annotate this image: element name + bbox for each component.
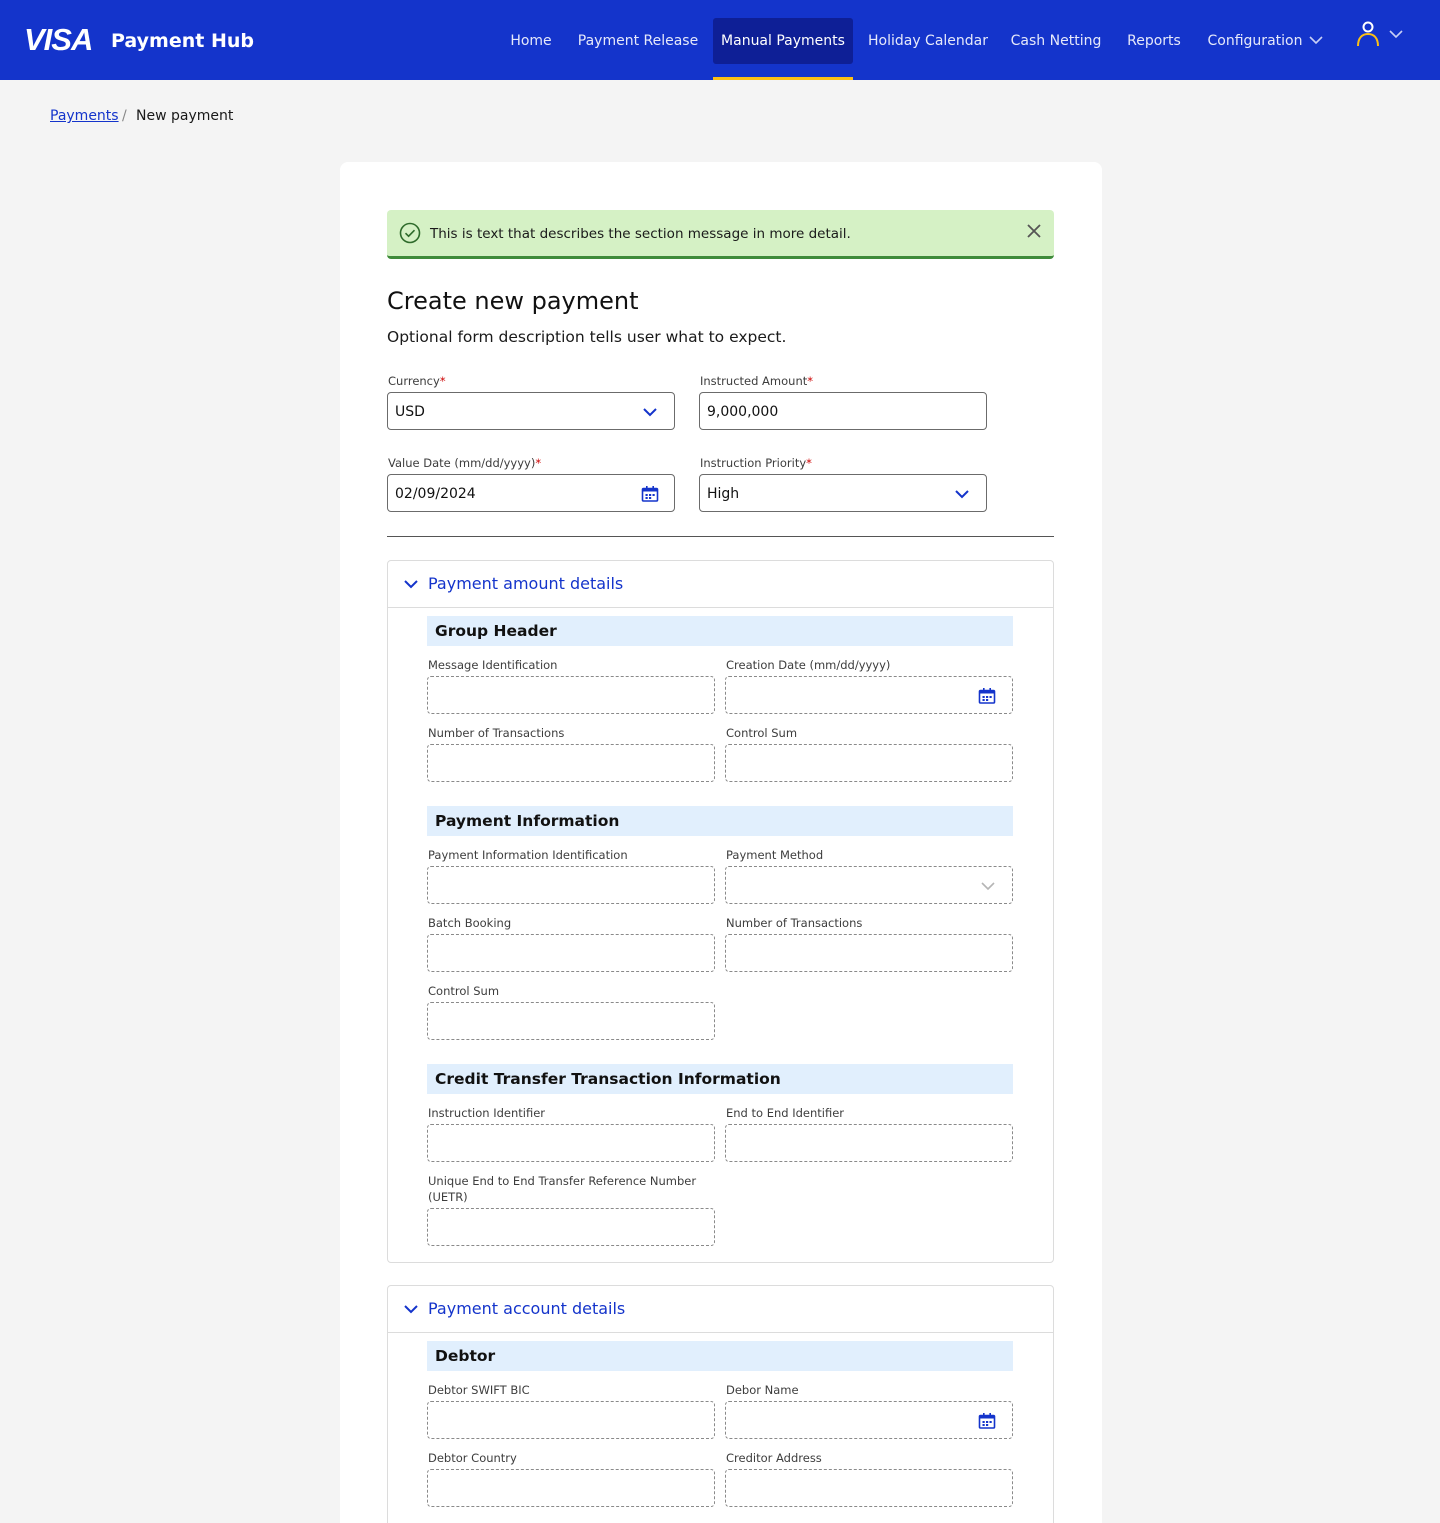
batch-booking-input[interactable]	[427, 934, 715, 972]
amount-input[interactable]: 9,000,000	[699, 392, 987, 430]
chevron-down-icon	[643, 408, 657, 417]
form-description: Optional form description tells user wha…	[387, 328, 787, 346]
uetr-label-line2: (UETR)	[428, 1190, 468, 1204]
debtor-section: Debtor	[427, 1341, 1013, 1371]
payment-method-label: Payment Method	[726, 848, 824, 862]
instruction-id-label: Instruction Identifier	[428, 1106, 546, 1120]
app-title: Payment Hub	[111, 30, 254, 52]
chevron-down-icon[interactable]	[1309, 35, 1323, 45]
section-title: Debtor	[435, 1347, 496, 1365]
pi-num-transactions-input[interactable]	[725, 934, 1013, 972]
batch-booking-label: Batch Booking	[428, 916, 512, 930]
credit-transfer-section: Credit Transfer Transaction Information	[427, 1064, 1013, 1094]
currency-select[interactable]: USD	[387, 392, 675, 430]
chevron-down-icon[interactable]	[1389, 29, 1403, 39]
priority-select[interactable]: High	[699, 474, 987, 512]
currency-value: USD	[395, 404, 425, 420]
uetr-label-line1: Unique End to End Transfer Reference Num…	[428, 1174, 697, 1188]
payment-info-id-input[interactable]	[427, 866, 715, 904]
value-date-label: Value Date (mm/dd/yyyy)*	[388, 456, 542, 470]
debtor-name-input[interactable]	[725, 1401, 1013, 1439]
uetr-input[interactable]	[427, 1208, 715, 1246]
instruction-id-input[interactable]	[427, 1124, 715, 1162]
section-title: Payment Information	[435, 812, 620, 830]
close-icon[interactable]	[1025, 222, 1043, 240]
page-title: Create new payment	[387, 287, 639, 315]
top-navigation-bar: VISA Payment Hub Home Payment Release Ma…	[0, 0, 1440, 80]
e2e-id-label: End to End Identifier	[726, 1106, 845, 1120]
chevron-down-icon	[404, 1305, 418, 1314]
creation-date-label: Creation Date (mm/dd/yyyy)	[726, 658, 891, 672]
alert-message: This is text that describes the section …	[430, 226, 851, 242]
nav-manual-payments[interactable]: Manual Payments	[713, 18, 853, 64]
creditor-address-input[interactable]	[725, 1469, 1013, 1507]
num-transactions-label: Number of Transactions	[428, 726, 565, 740]
payment-account-panel-header[interactable]: Payment account details	[388, 1286, 1053, 1333]
calendar-icon[interactable]	[641, 486, 659, 502]
success-alert: This is text that describes the section …	[387, 210, 1054, 259]
section-title: Group Header	[435, 622, 557, 640]
message-id-input[interactable]	[427, 676, 715, 714]
active-nav-indicator	[713, 77, 853, 80]
payment-amount-panel-header[interactable]: Payment amount details	[388, 561, 1053, 608]
pi-control-sum-label: Control Sum	[428, 984, 500, 998]
num-transactions-input[interactable]	[427, 744, 715, 782]
amount-value: 9,000,000	[707, 404, 779, 420]
control-sum-label: Control Sum	[726, 726, 798, 740]
nav-home[interactable]: Home	[500, 18, 562, 64]
payment-info-id-label: Payment Information Identification	[428, 848, 628, 862]
chevron-down-icon	[404, 580, 418, 589]
nav-reports[interactable]: Reports	[1120, 18, 1188, 64]
calendar-icon[interactable]	[978, 1413, 996, 1429]
debtor-country-label: Debtor Country	[428, 1451, 517, 1465]
payment-information-section: Payment Information	[427, 806, 1013, 836]
value-date-value: 02/09/2024	[395, 486, 476, 502]
pi-num-transactions-label: Number of Transactions	[726, 916, 863, 930]
debtor-swift-input[interactable]	[427, 1401, 715, 1439]
breadcrumb-current: New payment	[136, 108, 234, 124]
calendar-icon[interactable]	[978, 688, 996, 704]
debtor-name-label: Debor Name	[726, 1383, 799, 1397]
nav-configuration[interactable]: Configuration	[1203, 18, 1307, 64]
nav-payment-release[interactable]: Payment Release	[575, 18, 701, 64]
creditor-address-label: Creditor Address	[726, 1451, 822, 1465]
debtor-swift-label: Debtor SWIFT BIC	[428, 1383, 530, 1397]
check-circle-icon	[399, 222, 421, 244]
chevron-down-icon	[981, 882, 995, 891]
creation-date-input[interactable]	[725, 676, 1013, 714]
breadcrumb-payments-link[interactable]: Payments	[50, 107, 119, 125]
panel-title: Payment amount details	[428, 574, 624, 593]
priority-label: Instruction Priority*	[700, 456, 812, 470]
pi-control-sum-input[interactable]	[427, 1002, 715, 1040]
group-header-section: Group Header	[427, 616, 1013, 646]
priority-value: High	[707, 486, 740, 502]
section-divider	[387, 536, 1054, 537]
value-date-input[interactable]: 02/09/2024	[387, 474, 675, 512]
section-title: Credit Transfer Transaction Information	[435, 1070, 781, 1088]
nav-holiday-calendar[interactable]: Holiday Calendar	[865, 18, 991, 64]
control-sum-input[interactable]	[725, 744, 1013, 782]
nav-cash-netting[interactable]: Cash Netting	[1005, 18, 1107, 64]
user-icon[interactable]	[1356, 20, 1380, 48]
currency-label: Currency*	[388, 374, 446, 388]
breadcrumb-separator: /	[122, 108, 127, 124]
panel-title: Payment account details	[428, 1299, 626, 1318]
payment-method-select[interactable]	[725, 866, 1013, 904]
amount-label: Instructed Amount*	[700, 374, 814, 388]
debtor-country-input[interactable]	[427, 1469, 715, 1507]
chevron-down-icon	[955, 490, 969, 499]
visa-logo[interactable]: VISA	[24, 24, 93, 56]
message-id-label: Message Identification	[428, 658, 558, 672]
e2e-id-input[interactable]	[725, 1124, 1013, 1162]
